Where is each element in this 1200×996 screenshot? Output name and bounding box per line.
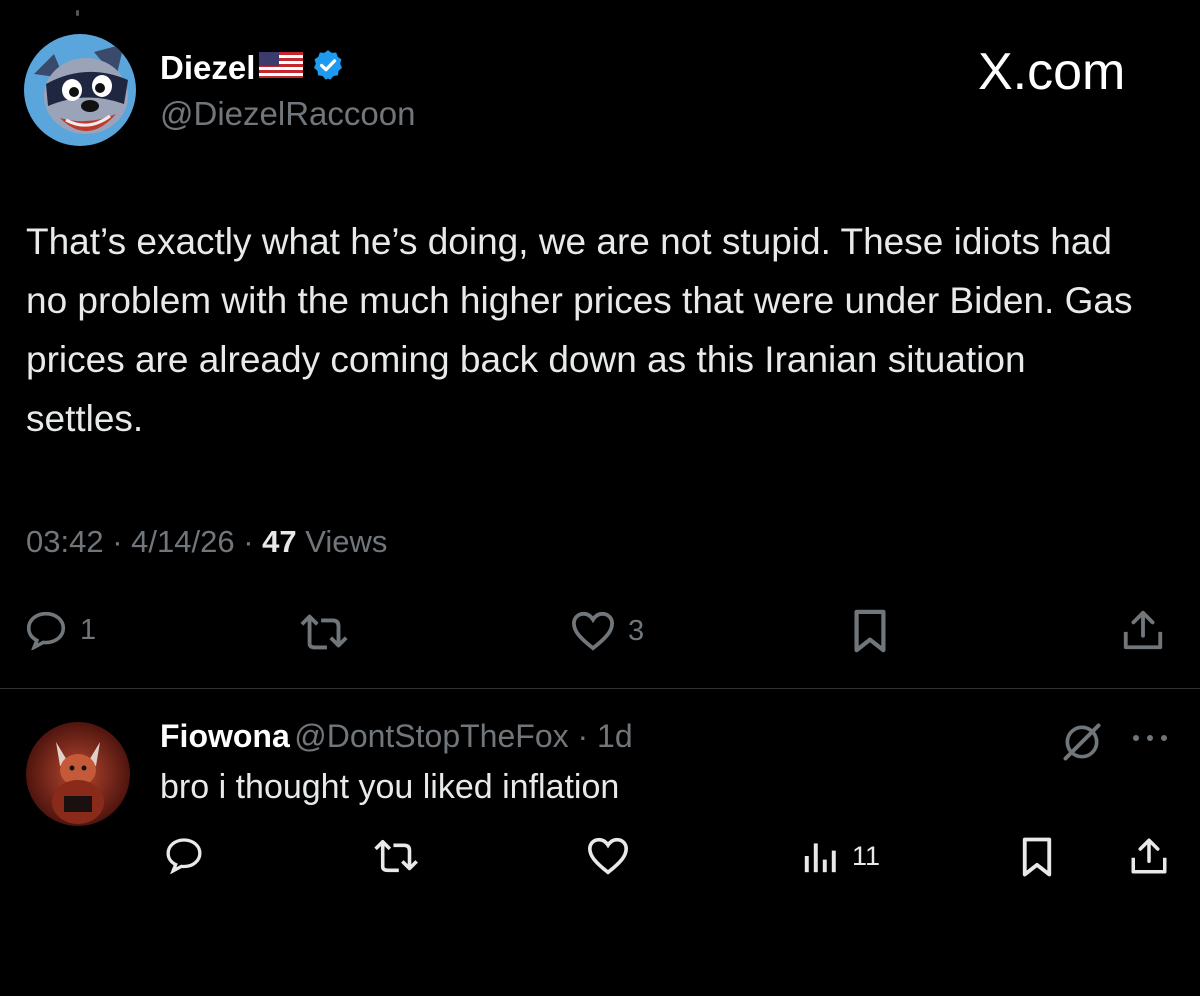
like-button[interactable]: 3	[570, 610, 644, 652]
tweet-time[interactable]: 03:42	[26, 524, 104, 559]
reply-views-count: 11	[852, 840, 881, 871]
bookmark-icon	[1022, 837, 1052, 877]
bookmark-button[interactable]	[850, 608, 890, 654]
divider	[0, 688, 1200, 689]
tweet-text: That’s exactly what he’s doing, we are n…	[26, 221, 1133, 439]
reply-like-button[interactable]	[586, 836, 630, 876]
reply-author-handle[interactable]: @DontStopTheFox	[294, 718, 568, 754]
reply-text: bro i thought you liked inflation	[160, 768, 620, 806]
author-avatar[interactable]	[24, 34, 136, 146]
share-icon	[1123, 610, 1163, 650]
reply-views-button[interactable]: 11	[802, 838, 880, 874]
watermark: X.com	[978, 43, 1126, 101]
more-options-icon[interactable]	[1130, 728, 1170, 753]
tweet-meta: 03:42 · 4/14/26 · 47 Views	[26, 524, 388, 559]
status-dot	[76, 10, 79, 16]
share-button[interactable]	[1120, 606, 1166, 654]
reply-avatar[interactable]	[26, 722, 130, 826]
views-count: 47	[262, 524, 297, 559]
reply-share-button[interactable]	[1128, 834, 1170, 878]
repost-icon	[374, 839, 418, 873]
reply-count: 1	[80, 613, 97, 646]
analytics-icon	[804, 843, 836, 873]
repost-button[interactable]	[298, 612, 352, 652]
reply-icon	[166, 838, 202, 874]
reply-repost-button[interactable]	[372, 838, 422, 874]
tweet-date[interactable]: 4/14/26	[131, 524, 234, 559]
bookmark-icon	[854, 609, 886, 653]
author-handle[interactable]: @DiezelRaccoon	[160, 95, 415, 133]
views-label: Views	[305, 524, 388, 559]
heart-icon	[587, 837, 629, 875]
verified-badge-icon[interactable]	[311, 48, 345, 87]
fox-avatar-image	[26, 722, 130, 826]
us-flag-icon	[259, 52, 304, 83]
reply-reply-button[interactable]	[164, 836, 204, 874]
author-name[interactable]: Diezel	[160, 49, 255, 87]
reply-author-name[interactable]: Fiowona	[160, 718, 290, 754]
reply-icon	[26, 611, 66, 650]
like-count: 3	[628, 614, 645, 647]
repost-icon	[300, 614, 348, 650]
share-icon	[1131, 838, 1167, 874]
raccoon-avatar-image	[24, 34, 136, 146]
reply-bookmark-button[interactable]	[1018, 836, 1056, 878]
reply-age[interactable]: 1d	[597, 718, 633, 754]
reply-button[interactable]: 1	[24, 610, 96, 650]
heart-icon	[571, 611, 615, 651]
grok-icon[interactable]	[1060, 720, 1104, 769]
